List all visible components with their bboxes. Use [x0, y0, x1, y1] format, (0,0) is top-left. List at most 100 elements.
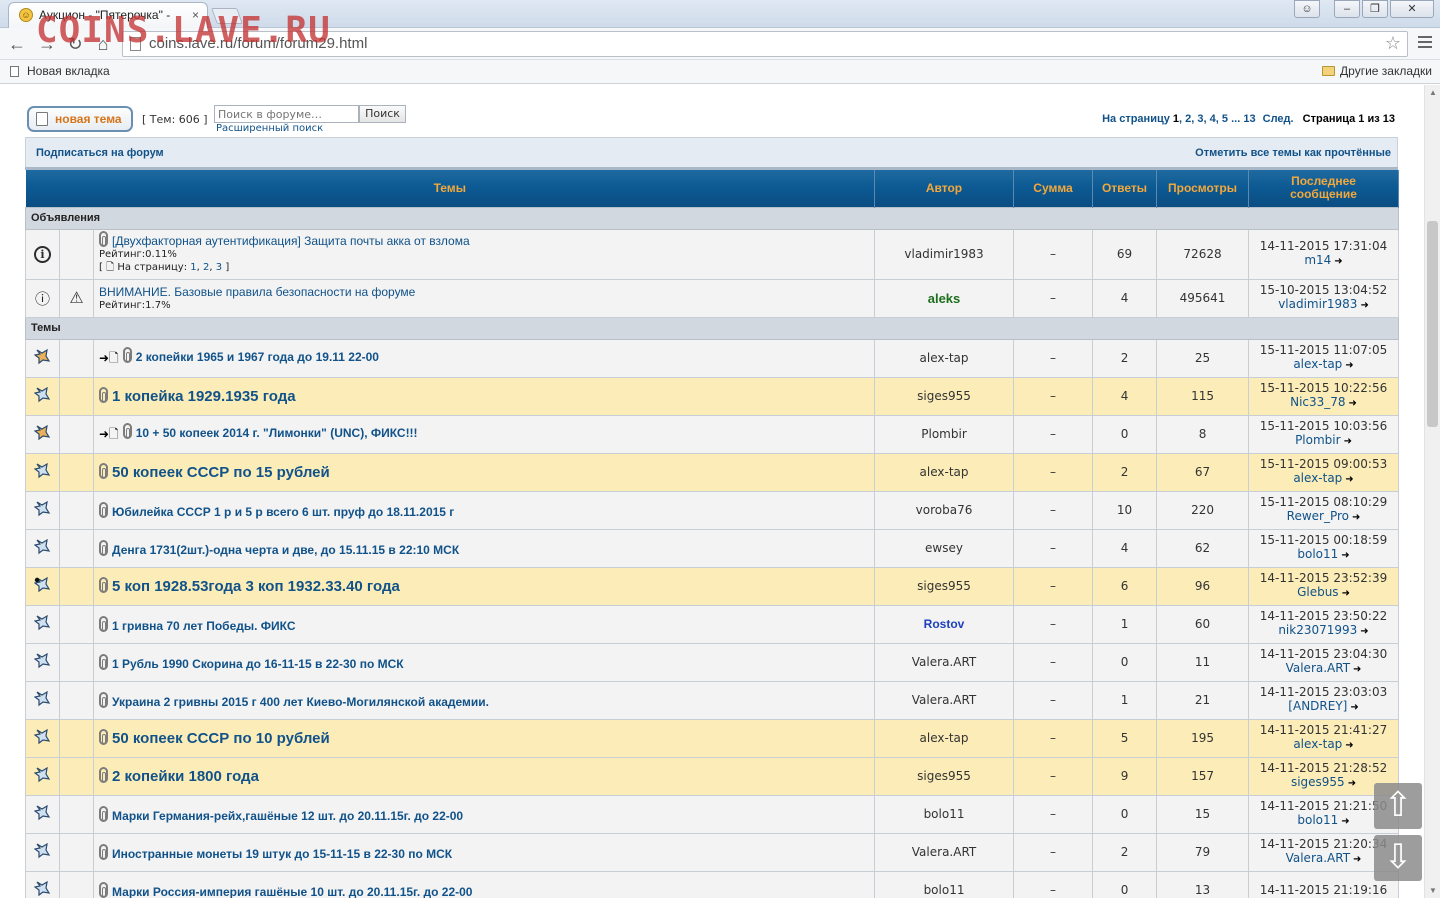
next-page-link[interactable]: След. — [1263, 113, 1294, 125]
author-link[interactable]: alex-tap — [874, 452, 1015, 492]
col-author[interactable]: Автор — [874, 170, 1015, 207]
goto-last-post-icon[interactable]: ➜ — [1348, 777, 1356, 791]
author-link[interactable]: Rostov — [874, 604, 1015, 644]
topic-link[interactable]: 10 + 50 копеек 2014 г. "Лимонки" (UNC), … — [136, 426, 418, 440]
goto-last-post-icon[interactable]: ➜ — [1349, 397, 1357, 411]
subscribe-link[interactable]: Подписаться на форум — [36, 147, 164, 159]
topic-link[interactable]: 5 коп 1928.53года 3 коп 1932.33.40 года — [112, 578, 400, 595]
page-link[interactable]: 2 — [203, 262, 209, 273]
last-post-author[interactable]: bolo11 — [1297, 547, 1338, 561]
last-post-author[interactable]: vladimir1983 — [1278, 297, 1357, 311]
search-button[interactable]: Поиск — [359, 105, 406, 123]
scroll-down-button[interactable]: ⇩ — [1374, 835, 1422, 881]
topic-link[interactable]: 1 Рубль 1990 Скорина до 16-11-15 в 22-30… — [112, 657, 404, 671]
author-link[interactable]: Plombir — [874, 414, 1015, 454]
author-link[interactable]: aleks — [874, 278, 1015, 318]
author-link[interactable]: bolo11 — [874, 870, 1015, 898]
last-post-author[interactable]: alex-tap — [1293, 737, 1342, 751]
col-topics[interactable]: Темы — [25, 170, 876, 207]
author-link[interactable]: Valera.ART — [874, 680, 1015, 720]
topic-link[interactable]: Марки Россия-империя гашёные 10 шт. до 2… — [112, 885, 472, 899]
topic-link[interactable]: Иностранные монеты 19 штук до 15-11-15 в… — [112, 847, 452, 861]
col-views[interactable]: Просмотры — [1156, 170, 1250, 207]
last-post-author[interactable]: Glebus — [1297, 585, 1339, 599]
goto-last-post-icon[interactable]: ➜ — [1344, 435, 1352, 449]
author-link[interactable]: bolo11 — [874, 794, 1015, 834]
goto-last-post-icon[interactable]: ➜ — [1342, 587, 1350, 601]
author-link[interactable]: siges955 — [874, 756, 1015, 796]
author-link[interactable]: siges955 — [874, 376, 1015, 416]
last-post-author[interactable]: [ANDREY] — [1288, 699, 1347, 713]
goto-last-post-icon[interactable]: ➜ — [1345, 473, 1353, 487]
last-post-author[interactable]: siges955 — [1291, 775, 1345, 789]
scroll-down-arrow-icon[interactable]: ▼ — [1428, 886, 1438, 895]
last-post-author[interactable]: nik23071993 — [1278, 623, 1357, 637]
mark-read-link[interactable]: Отметить все темы как прочтённые — [1195, 147, 1391, 159]
reload-icon[interactable]: ↻ — [64, 33, 86, 55]
author-link[interactable]: voroba76 — [874, 490, 1015, 530]
other-bookmarks[interactable]: Другие закладки — [1322, 64, 1432, 78]
last-post-author[interactable]: Nic33_78 — [1290, 395, 1345, 409]
topic-link[interactable]: Юбилейка СССР 1 р и 5 р всего 6 шт. пруф… — [112, 505, 454, 519]
topic-link[interactable]: 2 копейки 1800 года — [112, 768, 259, 785]
author-link[interactable]: ewsey — [874, 528, 1015, 568]
author-link[interactable]: alex-tap — [874, 338, 1015, 378]
goto-last-post-icon[interactable]: ➜ — [1341, 549, 1349, 563]
close-icon[interactable]: × — [192, 8, 199, 22]
goto-first-unread-icon[interactable]: ➜🗋 — [99, 349, 119, 370]
scrollbar-thumb[interactable] — [1427, 221, 1438, 427]
address-bar[interactable]: coins.lave.ru/forum/forum29.html ☆ — [122, 31, 1408, 57]
topic-link[interactable]: Украина 2 гривны 2015 г 400 лет Киево-Мо… — [112, 695, 489, 709]
topic-link[interactable]: 2 копейки 1965 и 1967 года до 19.11 22-0… — [136, 350, 379, 364]
minimize-button[interactable]: – — [1334, 0, 1360, 18]
forum-search-input[interactable] — [214, 105, 359, 123]
author-link[interactable]: Valera.ART — [874, 642, 1015, 682]
user-icon[interactable]: ☺ — [1294, 0, 1320, 18]
topic-link[interactable]: 1 копейка 1929.1935 года — [112, 388, 296, 405]
author-link[interactable]: siges955 — [874, 566, 1015, 606]
last-post-author[interactable]: bolo11 — [1297, 813, 1338, 827]
close-window-button[interactable]: ✕ — [1390, 0, 1434, 18]
goto-last-post-icon[interactable]: ➜ — [1352, 511, 1360, 525]
topic-link[interactable]: Денга 1731(2шт.)-одна черта и две, до 15… — [112, 543, 459, 557]
topic-link[interactable]: 1 гривна 70 лет Победы. ФИКС — [112, 619, 296, 633]
goto-last-post-icon[interactable]: ➜ — [1353, 663, 1361, 677]
topic-link[interactable]: Марки Германия-рейх,гашёные 12 шт. до 20… — [112, 809, 463, 823]
goto-last-post-icon[interactable]: ➜ — [1345, 359, 1353, 373]
last-post-author[interactable]: Rewer_Pro — [1287, 509, 1349, 523]
last-post-author[interactable]: alex-tap — [1293, 357, 1342, 371]
page-link[interactable]: 3 — [216, 262, 222, 273]
author-link[interactable]: vladimir1983 — [874, 228, 1015, 280]
menu-icon[interactable] — [1418, 36, 1432, 50]
topic-link[interactable]: [Двухфакторная аутентификация] Защита по… — [112, 234, 470, 248]
last-post-author[interactable]: m14 — [1304, 253, 1331, 267]
scroll-up-arrow-icon[interactable]: ▲ — [1428, 88, 1438, 97]
goto-first-unread-icon[interactable]: ➜🗋 — [99, 425, 119, 446]
goto-last-post-icon[interactable]: ➜ — [1360, 625, 1368, 639]
back-arrow-icon[interactable]: ← — [6, 33, 28, 55]
goto-last-post-icon[interactable]: ➜ — [1345, 739, 1353, 753]
goto-last-post-icon[interactable]: ➜ — [1350, 701, 1358, 715]
bookmark-new-tab[interactable]: Новая вкладка — [10, 64, 110, 78]
browser-tab[interactable]: ☺ Аукцион - "Пятерочка" - × — [8, 2, 208, 28]
scroll-up-button[interactable]: ⇧ — [1374, 783, 1422, 829]
goto-last-post-icon[interactable]: ➜ — [1341, 815, 1349, 829]
last-post-author[interactable]: Plombir — [1295, 433, 1341, 447]
author-link[interactable]: alex-tap — [874, 718, 1015, 758]
topic-link[interactable]: ВНИМАНИЕ. Базовые правила безопасности н… — [99, 285, 415, 299]
star-icon[interactable]: ☆ — [1385, 33, 1401, 54]
vertical-scrollbar[interactable]: ▲ ▼ — [1424, 85, 1440, 898]
goto-last-post-icon[interactable]: ➜ — [1360, 299, 1368, 313]
home-icon[interactable]: ⌂ — [92, 33, 114, 55]
new-tab-button[interactable] — [211, 8, 243, 24]
col-replies[interactable]: Ответы — [1092, 170, 1158, 207]
last-post-author[interactable]: alex-tap — [1293, 471, 1342, 485]
page-link[interactable]: 1 — [190, 262, 196, 273]
maximize-button[interactable]: ❐ — [1362, 0, 1388, 18]
page-link[interactable]: 5 — [1222, 113, 1228, 125]
forward-arrow-icon[interactable]: → — [36, 33, 58, 55]
topic-link[interactable]: 50 копеек СССР по 15 рублей — [112, 464, 330, 481]
goto-last-post-icon[interactable]: ➜ — [1353, 853, 1361, 867]
last-post-author[interactable]: Valera.ART — [1286, 851, 1350, 865]
topic-link[interactable]: 50 копеек СССР по 10 рублей — [112, 730, 330, 747]
